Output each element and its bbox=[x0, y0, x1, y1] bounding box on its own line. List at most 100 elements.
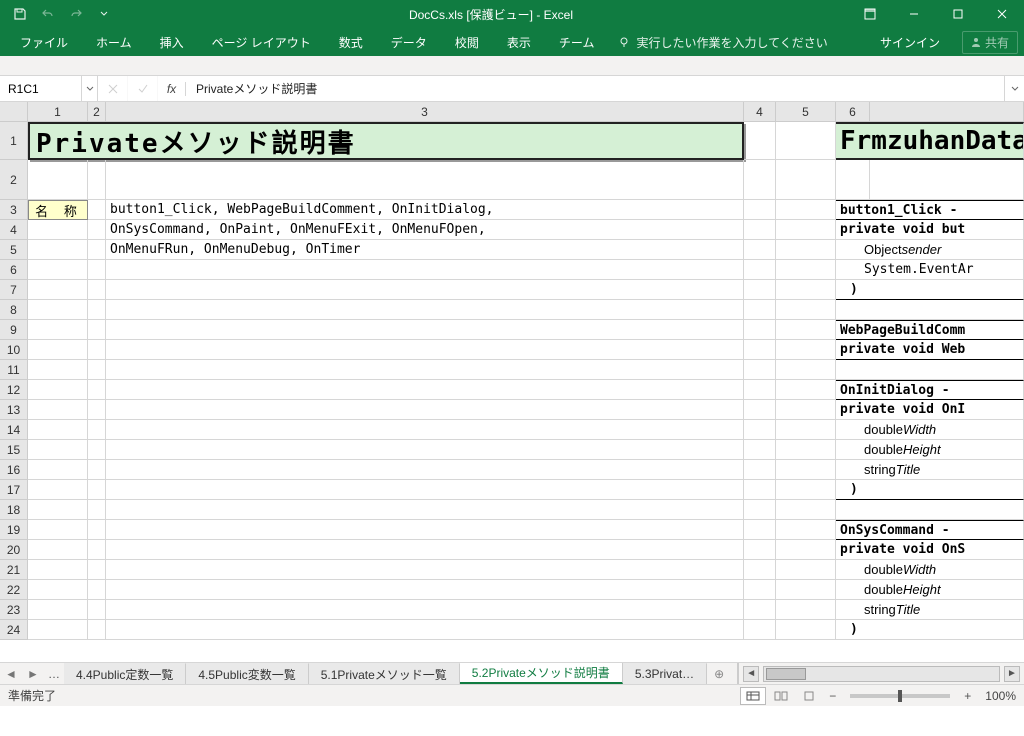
side-cell[interactable]: private void OnS bbox=[836, 540, 1024, 560]
cell[interactable] bbox=[744, 460, 776, 480]
zoom-slider[interactable] bbox=[850, 694, 950, 698]
side-cell[interactable]: WebPageBuildComm bbox=[836, 320, 1024, 340]
cell[interactable] bbox=[836, 500, 1024, 520]
row-header[interactable]: 16 bbox=[0, 460, 28, 480]
row-header[interactable]: 9 bbox=[0, 320, 28, 340]
side-cell[interactable]: OnSysCommand - bbox=[836, 520, 1024, 540]
cell[interactable] bbox=[88, 620, 106, 640]
formula-input[interactable]: Privateメソッド説明書 bbox=[186, 76, 1004, 101]
cell[interactable] bbox=[106, 560, 744, 580]
cell[interactable] bbox=[776, 340, 836, 360]
sheet-tab[interactable]: 4.4Public定数一覧 bbox=[64, 663, 186, 684]
cell[interactable] bbox=[776, 122, 836, 160]
cell[interactable] bbox=[106, 280, 744, 300]
cell[interactable] bbox=[870, 160, 1024, 200]
undo-button[interactable] bbox=[36, 2, 60, 26]
close-button[interactable] bbox=[980, 0, 1024, 28]
cell[interactable] bbox=[28, 300, 88, 320]
scroll-track[interactable] bbox=[763, 666, 1000, 682]
row-header[interactable]: 22 bbox=[0, 580, 28, 600]
col-header[interactable]: 5 bbox=[776, 102, 836, 121]
cell[interactable] bbox=[28, 160, 88, 200]
side-cell[interactable]: double Width bbox=[836, 560, 1024, 580]
cell[interactable] bbox=[88, 380, 106, 400]
cell[interactable] bbox=[776, 600, 836, 620]
new-sheet-button[interactable]: ⊕ bbox=[707, 663, 731, 684]
row-header[interactable]: 14 bbox=[0, 420, 28, 440]
side-cell[interactable]: double Height bbox=[836, 580, 1024, 600]
row-header[interactable]: 10 bbox=[0, 340, 28, 360]
cell[interactable] bbox=[28, 220, 88, 240]
cell[interactable] bbox=[744, 200, 776, 220]
row-header[interactable]: 24 bbox=[0, 620, 28, 640]
tab-view[interactable]: 表示 bbox=[493, 28, 545, 56]
cell[interactable] bbox=[744, 420, 776, 440]
methods-line[interactable]: OnSysCommand, OnPaint, OnMenuFExit, OnMe… bbox=[106, 220, 744, 240]
cell[interactable] bbox=[776, 580, 836, 600]
row-header[interactable]: 19 bbox=[0, 520, 28, 540]
cell[interactable] bbox=[88, 400, 106, 420]
cell[interactable] bbox=[88, 420, 106, 440]
row-header[interactable]: 15 bbox=[0, 440, 28, 460]
side-cell[interactable]: ) bbox=[836, 620, 1024, 640]
tab-scroll-left-icon[interactable]: ◄ bbox=[0, 663, 22, 684]
horizontal-scrollbar[interactable]: ◄ ► bbox=[737, 663, 1024, 684]
col-header[interactable] bbox=[870, 102, 1024, 121]
cell[interactable] bbox=[88, 220, 106, 240]
cell[interactable] bbox=[106, 400, 744, 420]
enter-formula-button[interactable] bbox=[128, 76, 158, 101]
cell[interactable] bbox=[744, 440, 776, 460]
cell[interactable] bbox=[28, 380, 88, 400]
row-header[interactable]: 1 bbox=[0, 122, 28, 160]
cell[interactable] bbox=[106, 540, 744, 560]
worksheet-grid[interactable]: 1 2 3 4 5 6 1 Privateメソッド説明書 FrmzuhanDat… bbox=[0, 102, 1024, 662]
cell[interactable] bbox=[744, 400, 776, 420]
cell[interactable] bbox=[106, 420, 744, 440]
cell[interactable] bbox=[776, 320, 836, 340]
row-header[interactable]: 23 bbox=[0, 600, 28, 620]
cell[interactable] bbox=[744, 220, 776, 240]
cell[interactable] bbox=[836, 160, 870, 200]
row-header[interactable]: 2 bbox=[0, 160, 28, 200]
cell[interactable] bbox=[106, 520, 744, 540]
cell[interactable] bbox=[744, 280, 776, 300]
cell[interactable] bbox=[744, 340, 776, 360]
cell[interactable] bbox=[106, 580, 744, 600]
sheet-tab[interactable]: 5.1Privateメソッド一覧 bbox=[309, 663, 460, 684]
cell[interactable] bbox=[28, 580, 88, 600]
cell[interactable] bbox=[28, 480, 88, 500]
cell[interactable] bbox=[28, 420, 88, 440]
cell[interactable] bbox=[776, 540, 836, 560]
cell[interactable] bbox=[28, 460, 88, 480]
signin-link[interactable]: サインイン bbox=[866, 34, 954, 51]
cell[interactable] bbox=[88, 360, 106, 380]
cell[interactable] bbox=[744, 620, 776, 640]
side-cell[interactable]: private void OnI bbox=[836, 400, 1024, 420]
row-header[interactable]: 3 bbox=[0, 200, 28, 220]
row-header[interactable]: 20 bbox=[0, 540, 28, 560]
cell[interactable] bbox=[88, 340, 106, 360]
col-header[interactable]: 2 bbox=[88, 102, 106, 121]
cell[interactable] bbox=[836, 360, 1024, 380]
name-box[interactable]: R1C1 bbox=[0, 76, 98, 101]
cell[interactable] bbox=[776, 220, 836, 240]
scroll-thumb[interactable] bbox=[766, 668, 806, 680]
cell[interactable] bbox=[28, 500, 88, 520]
name-box-dropdown-icon[interactable] bbox=[81, 76, 97, 101]
redo-button[interactable] bbox=[64, 2, 88, 26]
cell[interactable] bbox=[88, 540, 106, 560]
cell[interactable] bbox=[106, 340, 744, 360]
cell[interactable] bbox=[28, 260, 88, 280]
cell[interactable] bbox=[744, 320, 776, 340]
tab-home[interactable]: ホーム bbox=[82, 28, 146, 56]
view-pagelayout-button[interactable] bbox=[768, 687, 794, 705]
cell[interactable] bbox=[88, 440, 106, 460]
tab-insert[interactable]: 挿入 bbox=[146, 28, 198, 56]
cell[interactable] bbox=[106, 300, 744, 320]
row-header[interactable]: 11 bbox=[0, 360, 28, 380]
insert-function-button[interactable]: fx bbox=[158, 82, 186, 96]
row-header[interactable]: 8 bbox=[0, 300, 28, 320]
cell[interactable] bbox=[106, 600, 744, 620]
cell[interactable] bbox=[776, 460, 836, 480]
sheet-tab-active[interactable]: 5.2Privateメソッド説明書 bbox=[460, 663, 623, 684]
